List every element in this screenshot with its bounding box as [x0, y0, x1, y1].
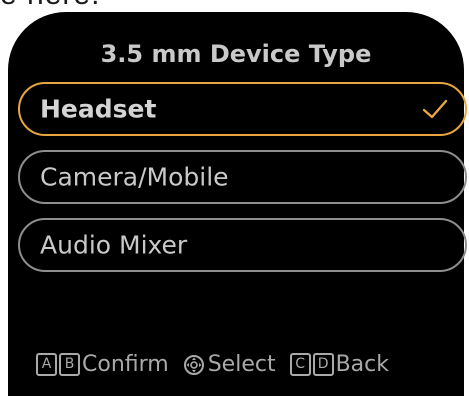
option-label: Audio Mixer: [40, 230, 188, 260]
option-label: Headset: [40, 94, 157, 124]
c-button-icon: C: [289, 353, 311, 376]
confirm-hint: A B Confirm: [36, 352, 169, 377]
a-button-icon: A: [36, 353, 57, 376]
option-camera-mobile[interactable]: Camera/Mobile: [18, 150, 467, 204]
select-label: Select: [207, 352, 276, 377]
option-label: Camera/Mobile: [40, 162, 229, 192]
checkmark-icon: [422, 99, 448, 119]
d-button-icon: D: [312, 353, 334, 376]
dialog-title: 3.5 mm Device Type: [100, 40, 372, 68]
page-text-fragment: e here.: [0, 0, 100, 12]
back-hint: C D Back: [289, 352, 390, 377]
b-button-icon: B: [59, 353, 80, 376]
confirm-label: Confirm: [82, 352, 169, 377]
device-screen: 3.5 mm Device Type Headset Camera/Mobile…: [8, 12, 467, 396]
select-hint: Select: [183, 352, 276, 377]
option-audio-mixer[interactable]: Audio Mixer: [18, 218, 467, 272]
back-label: Back: [335, 352, 390, 377]
footer-hints: A B Confirm Select C D Back: [36, 352, 389, 377]
joystick-icon: [183, 354, 204, 375]
option-headset[interactable]: Headset: [18, 82, 467, 136]
